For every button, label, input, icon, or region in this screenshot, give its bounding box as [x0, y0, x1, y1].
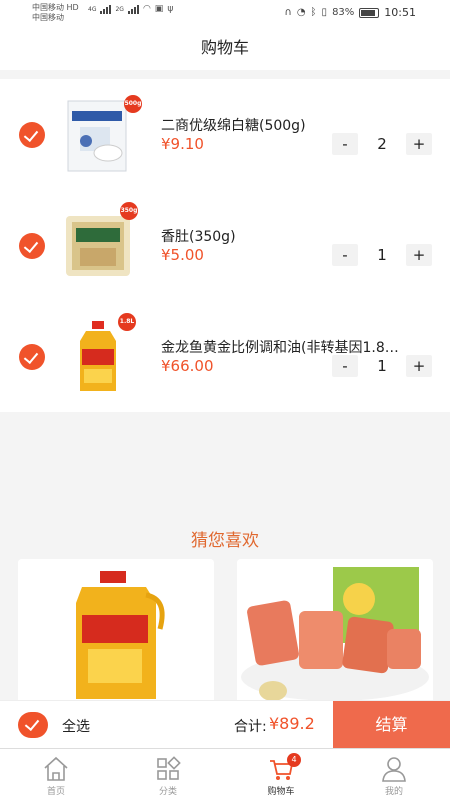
- battery-icon: [359, 7, 380, 18]
- quantity-value: 2: [377, 135, 387, 153]
- item-price: ¥9.10: [161, 135, 204, 153]
- vibrate-icon: ▯: [321, 7, 328, 18]
- page-header: 购物车: [0, 26, 450, 70]
- wifi-icon: ◠: [142, 4, 151, 14]
- total-label: 合计:: [234, 719, 267, 735]
- tab-bar: 首页 分类 4 购物车 我的: [0, 748, 450, 800]
- carrier-1: 中国移动 HD: [32, 3, 79, 12]
- increase-button[interactable]: +: [406, 133, 432, 155]
- profile-icon: [382, 757, 406, 782]
- decrease-button[interactable]: -: [332, 355, 358, 377]
- increase-button[interactable]: +: [406, 244, 432, 266]
- checkout-bar: 全选 合计: ¥89.2 结算: [0, 700, 450, 749]
- tab-label: 购物车: [267, 787, 295, 797]
- product-image-sausage[interactable]: 350g: [62, 202, 138, 284]
- page-title: 购物车: [200, 38, 249, 57]
- total-value: ¥89.2: [269, 714, 315, 733]
- item-checkbox[interactable]: [19, 122, 45, 148]
- item-name[interactable]: 二商优级绵白糖(500g): [161, 115, 433, 135]
- oil-jug-image: [18, 559, 214, 704]
- decrease-button[interactable]: -: [332, 244, 358, 266]
- status-bar: 中国移动 HD 中国移动 4G 2G ◠ ▣ ψ ∩ ◔ ᛒ ▯ 83% 10:…: [0, 0, 450, 26]
- recommend-card[interactable]: [237, 559, 433, 704]
- alarm-icon: ◔: [296, 7, 306, 18]
- tab-label: 首页: [46, 787, 65, 797]
- tab-cart[interactable]: 4 购物车: [225, 749, 337, 800]
- weight-tag: 1.8L: [118, 313, 136, 331]
- dried-fruit-image: [237, 559, 433, 704]
- item-name[interactable]: 金龙鱼黄金比例调和油(非转基因1.8…: [161, 337, 433, 357]
- weight-tag: 500g: [124, 95, 142, 113]
- home-icon: [44, 756, 68, 781]
- increase-button[interactable]: +: [406, 355, 432, 377]
- headset-icon: ∩: [284, 7, 292, 18]
- tab-profile[interactable]: 我的: [338, 749, 450, 800]
- item-price: ¥66.00: [161, 357, 214, 375]
- item-checkbox[interactable]: [19, 344, 45, 370]
- cart-list: 500g 二商优级绵白糖(500g) ¥9.10 - 2 + 350g 香肚(3…: [0, 79, 450, 412]
- usb-icon: ψ: [167, 4, 174, 14]
- tab-label: 我的: [384, 787, 403, 797]
- decrease-button[interactable]: -: [332, 133, 358, 155]
- checkout-button[interactable]: 结算: [333, 701, 450, 749]
- item-price: ¥5.00: [161, 246, 204, 264]
- tab-home[interactable]: 首页: [0, 749, 112, 800]
- tab-label: 分类: [158, 787, 177, 797]
- net-type-2: 2G: [115, 5, 124, 13]
- select-all-checkbox[interactable]: [18, 712, 48, 738]
- net-type-1: 4G: [88, 5, 97, 13]
- signal-icon: [100, 4, 112, 14]
- cart-item: 500g 二商优级绵白糖(500g) ¥9.10 - 2 +: [0, 79, 450, 190]
- tab-category[interactable]: 分类: [112, 749, 224, 800]
- product-image-sugar[interactable]: 500g: [62, 95, 142, 173]
- status-right: ∩ ◔ ᛒ ▯ 83% 10:51: [284, 6, 416, 19]
- signal-group: 4G 2G ◠ ▣ ψ: [88, 4, 173, 14]
- item-name[interactable]: 香肚(350g): [161, 226, 433, 246]
- cart-badge: 4: [287, 753, 301, 767]
- select-all-label[interactable]: 全选: [62, 716, 90, 736]
- bluetooth-icon: ᛒ: [310, 7, 317, 18]
- battery-percent: 83%: [332, 7, 355, 18]
- recommend-title: 猜您喜欢: [191, 531, 259, 551]
- cart-item: 1.8L 金龙鱼黄金比例调和油(非转基因1.8… ¥66.00 - 1 +: [0, 301, 450, 412]
- item-checkbox[interactable]: [19, 233, 45, 259]
- cart-item: 350g 香肚(350g) ¥5.00 - 1 +: [0, 190, 450, 301]
- app-icon: ▣: [154, 4, 164, 14]
- recommend-card[interactable]: [18, 559, 214, 704]
- weight-tag: 350g: [120, 202, 138, 220]
- quantity-value: 1: [377, 246, 387, 264]
- product-image-oil[interactable]: 1.8L: [62, 313, 138, 395]
- category-icon: [157, 756, 181, 780]
- quantity-value: 1: [377, 357, 387, 375]
- carrier-2: 中国移动: [32, 13, 64, 22]
- signal-icon-2: [127, 4, 139, 14]
- clock: 10:51: [384, 6, 416, 19]
